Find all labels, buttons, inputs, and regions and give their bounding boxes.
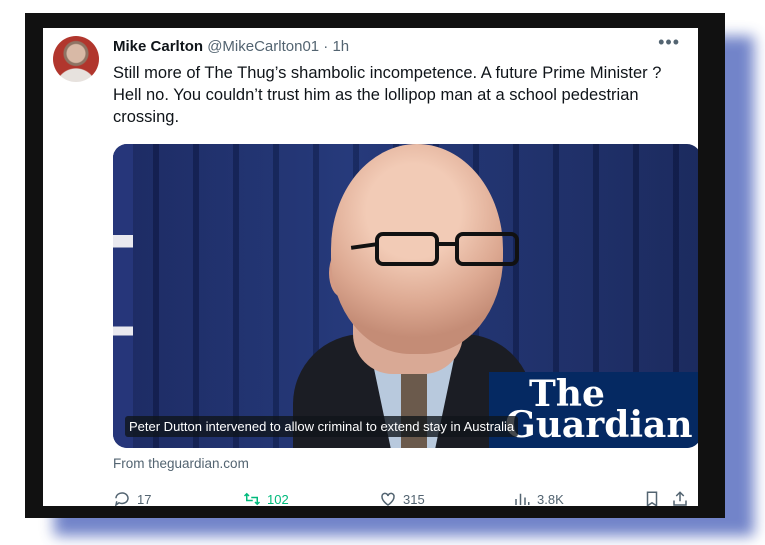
link-card-image[interactable]: The Guardian Peter Dutton intervened to … bbox=[113, 144, 698, 448]
screenshot-frame: Mike Carlton @MikeCarlton01 · 1h ••• Sti… bbox=[25, 13, 725, 518]
author-name[interactable]: Mike Carlton bbox=[113, 38, 203, 55]
tweet-card[interactable]: Mike Carlton @MikeCarlton01 · 1h ••• Sti… bbox=[43, 28, 698, 506]
flag-edge bbox=[113, 144, 133, 448]
reply-count: 17 bbox=[137, 491, 152, 507]
bookmark-icon bbox=[646, 491, 658, 506]
logo-line2: Guardian bbox=[505, 404, 693, 446]
separator-dot: · bbox=[323, 38, 329, 55]
tweet-header: Mike Carlton @MikeCarlton01 · 1h bbox=[113, 38, 349, 55]
guardian-logo: The Guardian bbox=[489, 372, 698, 448]
tweet-text: Still more of The Thug’s shambolic incom… bbox=[113, 64, 662, 126]
share-icon bbox=[673, 491, 687, 506]
link-caption: Peter Dutton intervened to allow crimina… bbox=[125, 416, 519, 437]
link-source[interactable]: From theguardian.com bbox=[113, 456, 249, 471]
like-icon bbox=[381, 492, 395, 506]
avatar[interactable] bbox=[53, 36, 99, 82]
more-icon[interactable]: ••• bbox=[658, 32, 680, 53]
author-handle[interactable]: @MikeCarlton01 bbox=[207, 38, 319, 55]
retweet-count: 102 bbox=[267, 491, 289, 507]
views-icon bbox=[515, 493, 530, 505]
timestamp[interactable]: 1h bbox=[332, 38, 349, 55]
action-bar: 17 102 315 3.8K bbox=[113, 490, 693, 506]
share-button[interactable] bbox=[671, 490, 689, 506]
bookmark-button[interactable] bbox=[643, 490, 661, 506]
like-count: 315 bbox=[403, 491, 425, 507]
like-button[interactable]: 315 bbox=[379, 490, 425, 506]
retweet-icon bbox=[243, 492, 261, 506]
glasses bbox=[350, 232, 521, 272]
retweet-button[interactable]: 102 bbox=[243, 490, 289, 506]
views-button[interactable]: 3.8K bbox=[513, 490, 564, 506]
reply-icon bbox=[115, 492, 129, 506]
views-count: 3.8K bbox=[537, 491, 564, 507]
reply-button[interactable]: 17 bbox=[113, 490, 151, 506]
